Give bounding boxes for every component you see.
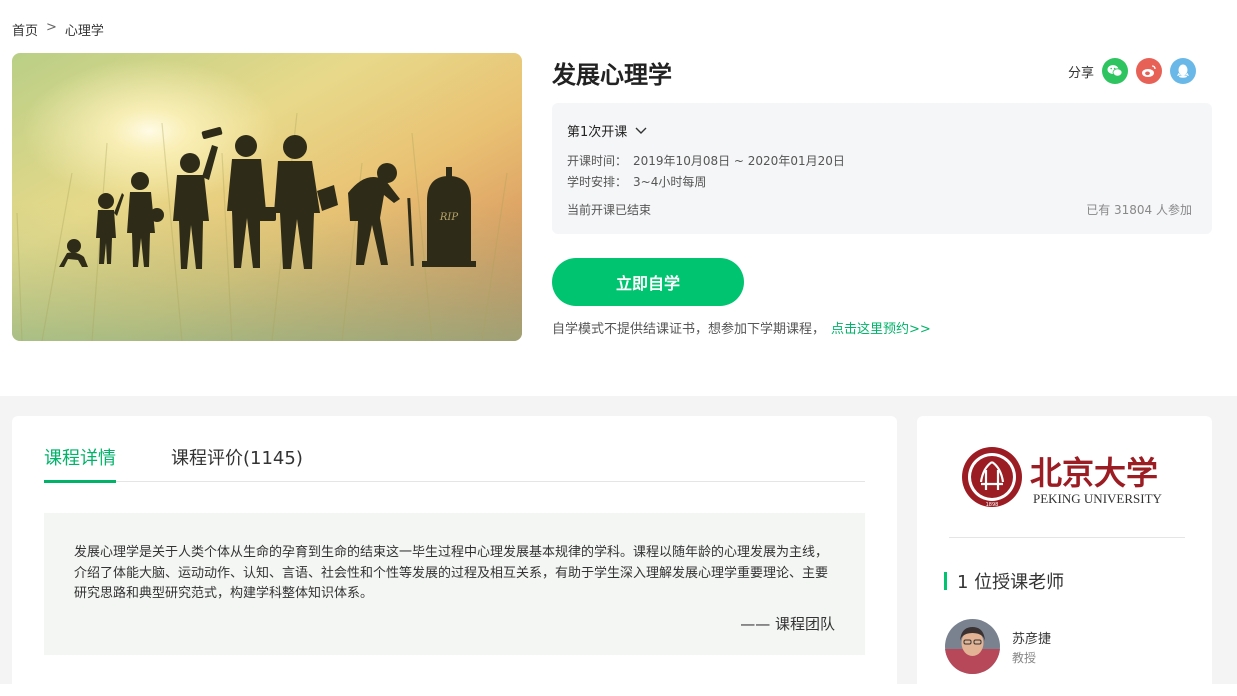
chevron-down-icon: [635, 127, 647, 134]
breadcrumb-separator: >: [46, 20, 57, 35]
session-dropdown-label: 第1次开课: [567, 125, 628, 140]
self-study-note-text: 自学模式不提供结课证书，想参加下学期课程，: [552, 322, 826, 337]
teachers-heading: 1 位授课老师: [944, 568, 1064, 594]
start-self-study-button[interactable]: 立即自学: [552, 258, 744, 306]
tombstone-text: RIP: [439, 212, 458, 223]
session-info-panel: 第1次开课 开课时间： 2019年10月08日 ~ 2020年01月20日 学时安…: [552, 103, 1212, 234]
course-description-text: 发展心理学是关于人类个体从生命的孕育到生命的结束这一毕生过程中心理发展基本规律的…: [74, 545, 829, 601]
breadcrumb: 首页 > 心理学: [12, 20, 104, 39]
teacher-name[interactable]: 苏彦捷: [1012, 628, 1051, 647]
course-detail-card: 课程详情 课程评价(1145) 发展心理学是关于人类个体从生命的孕育到生命的结束…: [12, 416, 897, 696]
weibo-icon[interactable]: [1136, 58, 1163, 84]
teacher-title: 教授: [1012, 651, 1037, 665]
breadcrumb-category-link[interactable]: 心理学: [65, 20, 104, 39]
session-hours: 学时安排： 3~4小时每周: [567, 173, 706, 190]
detail-tabs: 课程详情 课程评价(1145): [44, 444, 865, 483]
teacher-avatar[interactable]: [945, 619, 1000, 674]
university-card: 1898 北京大学 PEKING UNIVERSITY 1 位授课老师 苏彦捷 …: [917, 416, 1212, 696]
session-time-value: 2019年10月08日 ~ 2020年01月20日: [633, 154, 845, 168]
divider: [949, 537, 1185, 538]
session-time: 开课时间： 2019年10月08日 ~ 2020年01月20日: [567, 152, 845, 169]
heading-accent-bar: [944, 572, 947, 590]
university-name-en: PEKING UNIVERSITY: [1033, 491, 1163, 506]
session-hours-label: 学时安排：: [567, 175, 628, 189]
participant-count: 已有 31804 人参加: [1086, 203, 1192, 217]
session-status: 当前开课已结束: [567, 203, 652, 217]
peking-university-logo[interactable]: 1898 北京大学 PEKING UNIVERSITY: [961, 444, 1176, 510]
tab-course-details[interactable]: 课程详情: [44, 444, 116, 483]
share-bar: 分享: [1068, 58, 1197, 84]
session-hours-value: 3~4小时每周: [633, 175, 707, 189]
course-team-signature: —— 课程团队: [740, 615, 835, 633]
tab-course-reviews[interactable]: 课程评价(1145): [171, 444, 303, 482]
share-label: 分享: [1068, 65, 1095, 81]
course-description: 发展心理学是关于人类个体从生命的孕育到生命的结束这一毕生过程中心理发展基本规律的…: [44, 513, 865, 655]
wechat-icon[interactable]: [1102, 58, 1129, 84]
session-time-label: 开课时间：: [567, 154, 628, 168]
breadcrumb-home-link[interactable]: 首页: [12, 20, 38, 39]
session-dropdown[interactable]: 第1次开课: [567, 121, 647, 140]
reserve-next-session-link[interactable]: 点击这里预约>>: [831, 322, 931, 337]
seal-year: 1898: [986, 502, 999, 508]
self-study-note: 自学模式不提供结课证书，想参加下学期课程， 点击这里预约>>: [552, 318, 931, 337]
qq-icon[interactable]: [1170, 58, 1197, 84]
university-name-cn: 北京大学: [1030, 454, 1158, 492]
course-title: 发展心理学: [552, 61, 672, 89]
course-cover-image: RIP: [12, 53, 522, 341]
teachers-heading-text: 1 位授课老师: [957, 572, 1065, 593]
